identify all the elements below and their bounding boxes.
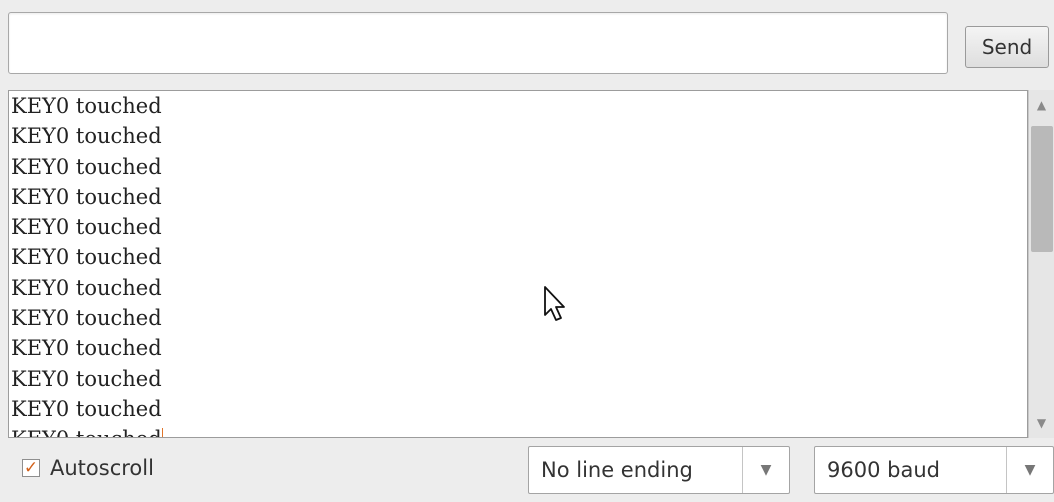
output-line: KEY0 touched — [11, 306, 162, 331]
line-ending-select[interactable]: No line ending ▼ — [528, 446, 790, 494]
arrow-down-icon[interactable]: ▼ — [1029, 408, 1054, 438]
chevron-down-icon[interactable]: ▼ — [1006, 447, 1053, 493]
autoscroll-label: Autoscroll — [50, 456, 154, 480]
text-caret — [161, 428, 163, 437]
serial-input[interactable] — [9, 13, 947, 73]
mouse-pointer-icon — [544, 286, 565, 321]
autoscroll-toggle[interactable]: ✓ Autoscroll — [22, 456, 154, 480]
autoscroll-checkbox[interactable]: ✓ — [22, 459, 40, 477]
serial-input-field[interactable] — [8, 12, 948, 74]
output-line: KEY0 touched — [11, 184, 162, 209]
baud-rate-select[interactable]: 9600 baud ▼ — [814, 446, 1054, 494]
chevron-down-icon[interactable]: ▼ — [742, 447, 789, 493]
output-line: KEY0 touched — [11, 245, 162, 270]
output-line-text: KEY0 touched — [11, 427, 162, 437]
output-line: KEY0 touched — [11, 124, 162, 149]
output-line: KEY0 touched — [11, 396, 162, 421]
scroll-thumb[interactable] — [1031, 126, 1053, 252]
output-scrollbar[interactable]: ▲ ▼ — [1028, 90, 1054, 438]
output-line: KEY0 touched — [11, 366, 162, 391]
output-line: KEY0 touched — [11, 336, 162, 361]
serial-output[interactable]: KEY0 touched KEY0 touched KEY0 touched K… — [8, 90, 1028, 438]
baud-rate-value: 9600 baud — [827, 458, 940, 482]
output-line: KEY0 touched — [11, 275, 162, 300]
output-line: KEY0 touched — [11, 154, 162, 179]
line-ending-value: No line ending — [541, 458, 693, 482]
output-line: KEY0 touched — [11, 94, 162, 118]
arrow-up-icon[interactable]: ▲ — [1029, 90, 1054, 120]
output-line: KEY0 touched — [11, 215, 162, 240]
output-line-last: KEY0 touched — [9, 424, 1027, 437]
send-button[interactable]: Send — [965, 26, 1049, 68]
